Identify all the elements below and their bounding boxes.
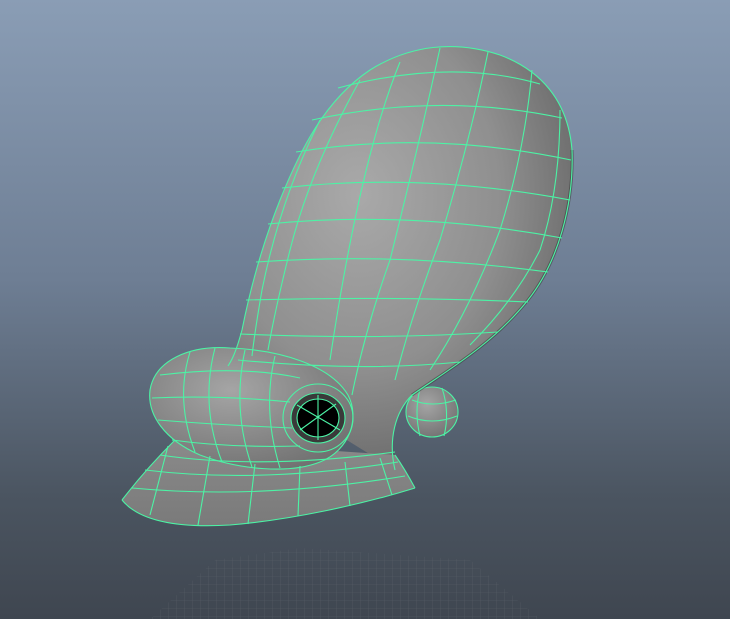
ground-grid: [150, 548, 540, 619]
3d-viewport[interactable]: [0, 0, 730, 619]
viewport-scene: [121, 46, 574, 619]
